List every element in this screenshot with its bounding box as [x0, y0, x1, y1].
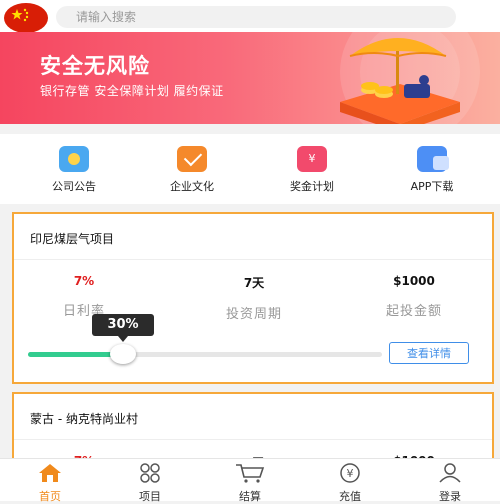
tab-home[interactable]: 首页	[0, 463, 100, 504]
tab-login[interactable]: 登录	[400, 463, 500, 504]
tab-settlement[interactable]: 结算	[200, 463, 300, 504]
project-card[interactable]: 印尼煤层气项目 7% 日利率 7天 投资周期 $1000 起投金额 30% 查看…	[12, 212, 494, 384]
bottom-tab-bar: 首页 项目 结算 ¥ 充值 登录	[0, 458, 500, 504]
cart-icon	[236, 464, 265, 483]
quick-links: 公司公告 企业文化 ¥ 奖金计划 APP下载	[0, 134, 500, 204]
recharge-icon: ¥	[340, 463, 360, 483]
culture-icon	[177, 146, 207, 172]
min-invest-stat: $1000 起投金额	[344, 274, 484, 319]
quick-link-label: APP下载	[410, 180, 454, 193]
tab-projects[interactable]: 项目	[100, 463, 200, 504]
tab-label: 结算	[239, 490, 261, 503]
bonus-plan-icon: ¥	[297, 146, 327, 172]
quick-link-app-download[interactable]: APP下载	[382, 146, 482, 194]
period-stat: 7天 投资周期	[184, 274, 324, 322]
app-download-icon	[417, 146, 449, 172]
quick-link-label: 奖金计划	[290, 180, 334, 193]
progress-tooltip: 30%	[92, 314, 154, 342]
tab-label: 登录	[439, 490, 461, 503]
safe-umbrella-illustration	[340, 32, 480, 124]
project-title: 印尼煤层气项目	[30, 232, 115, 246]
quick-link-announcement[interactable]: 公司公告	[24, 146, 124, 194]
search-input[interactable]: 请输入搜索	[56, 6, 456, 28]
min-invest-value: $1000	[393, 274, 435, 288]
daily-rate-value: 7%	[73, 274, 95, 288]
user-icon	[439, 463, 461, 483]
min-invest-label: 起投金额	[385, 304, 442, 319]
period-label: 投资周期	[225, 307, 282, 322]
announcement-icon	[59, 146, 89, 172]
tab-label: 充值	[339, 490, 361, 503]
quick-link-bonus-plan[interactable]: ¥ 奖金计划	[262, 146, 362, 194]
divider	[14, 439, 492, 440]
divider	[14, 259, 492, 260]
banner-title: 安全无风险	[40, 54, 150, 78]
quick-link-culture[interactable]: 企业文化	[142, 146, 242, 194]
period-value: 7天	[243, 276, 265, 290]
home-icon	[39, 464, 61, 482]
tab-recharge[interactable]: ¥ 充值	[300, 463, 400, 504]
view-details-button[interactable]: 查看详情	[389, 342, 469, 364]
projects-icon	[140, 463, 160, 483]
project-title: 蒙古 - 纳克特尚业村	[30, 412, 138, 426]
top-bar: 请输入搜索	[0, 0, 500, 33]
banner-subtitle: 银行存管 安全保障计划 履约保证	[40, 84, 224, 98]
tab-label: 首页	[39, 490, 61, 503]
rate-stat: 7% 日利率	[14, 274, 154, 319]
promo-banner[interactable]: 安全无风险 银行存管 安全保障计划 履约保证	[0, 32, 500, 124]
tab-label: 项目	[139, 490, 161, 503]
progress-track	[28, 352, 382, 357]
svg-text:¥: ¥	[347, 467, 354, 480]
quick-link-label: 公司公告	[52, 180, 96, 193]
quick-link-label: 企业文化	[170, 180, 214, 193]
china-flag-icon[interactable]	[4, 3, 48, 33]
progress-thumb[interactable]	[110, 344, 136, 364]
